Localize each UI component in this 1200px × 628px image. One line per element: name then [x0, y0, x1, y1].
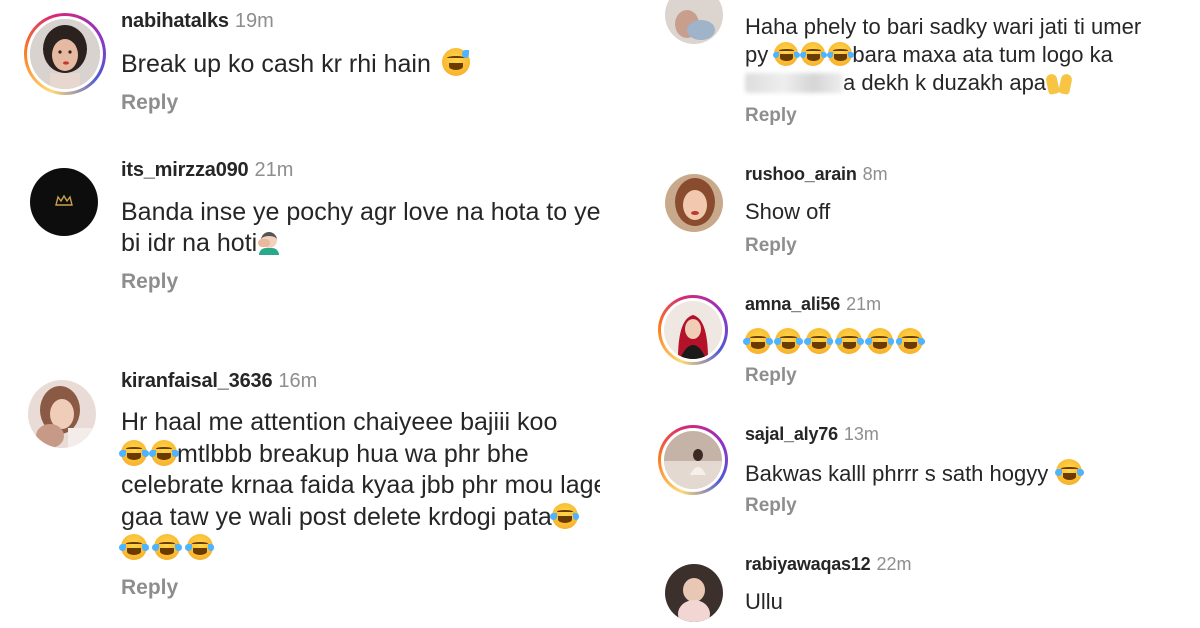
- comment-amna-ali56: amna_ali56 21m Reply: [600, 290, 1200, 400]
- comment-header: sajal_aly76 13m: [745, 424, 879, 445]
- timestamp: 22m: [876, 554, 912, 574]
- avatar-story-ring[interactable]: [24, 13, 106, 95]
- username[interactable]: rushoo_arain: [745, 164, 857, 184]
- avatar-portrait-icon: [664, 301, 722, 359]
- avatar-portrait-icon: [665, 0, 723, 44]
- reply-button[interactable]: Reply: [121, 270, 178, 294]
- avatar-amna-ali56: [664, 301, 722, 359]
- username[interactable]: rabiyawaqas12: [745, 554, 871, 574]
- timestamp: 21m: [254, 159, 294, 181]
- comment-header: its_mirzza090 21m: [121, 159, 293, 182]
- laughing-tears-emoji-icon: [743, 328, 773, 354]
- avatar-portrait-icon: [665, 564, 723, 622]
- timestamp: 21m: [846, 294, 882, 314]
- laughing-tears-emoji-icon: [149, 439, 179, 466]
- laughing-tears-emoji-icon: [834, 328, 864, 354]
- avatar-its-mirzza090[interactable]: [30, 168, 98, 236]
- laughing-tears-emoji-icon: [185, 534, 215, 560]
- reply-button[interactable]: Reply: [121, 91, 178, 115]
- avatar-kiranfaisal-3636[interactable]: [28, 380, 96, 448]
- comment-rabiyawaqas12: rabiyawaqas12 22m Ullu: [600, 550, 1200, 628]
- comment-truncated: Haha phely to bari sadky wari jati ti um…: [600, 0, 1200, 140]
- avatar-nabihatalks: [30, 19, 100, 89]
- avatar-sajal-aly76: [664, 431, 722, 489]
- reply-button[interactable]: Reply: [745, 235, 797, 257]
- avatar-portrait-icon: [664, 431, 722, 489]
- comment-text: Haha phely to bari sadky wari jati ti um…: [745, 14, 1142, 95]
- comment-kiranfaisal-3636: kiranfaisal_3636 16m Hr haal me attention…: [0, 360, 600, 628]
- username[interactable]: nabihatalks: [121, 10, 229, 32]
- right-comments-panel: Haha phely to bari sadky wari jati ti um…: [600, 0, 1200, 628]
- laughing-tears-emoji-icon: [119, 534, 149, 560]
- comment-emoji-row: [743, 328, 925, 355]
- username[interactable]: sajal_aly76: [745, 424, 838, 444]
- laughing-tears-emoji-icon: [772, 42, 800, 66]
- comment-header: kiranfaisal_3636 16m: [121, 370, 317, 393]
- comment-its-mirzza090: its_mirzza090 21m Banda inse ye pochy agr…: [0, 150, 600, 300]
- comment-rushoo-arain: rushoo_arain 8m Show off Reply: [600, 160, 1200, 270]
- comment-text: Bakwas kalll phrrr s sath hogyy: [745, 459, 1084, 487]
- timestamp: 13m: [843, 424, 879, 444]
- comment-nabihatalks: nabihatalks 19m Break up ko cash kr rhi h…: [0, 0, 600, 130]
- comment-text: Show off: [745, 199, 831, 224]
- comment-text: Banda inse ye pochy agr love na hota to …: [121, 198, 600, 257]
- comment-header: rabiyawaqas12 22m: [745, 554, 912, 575]
- comment-header: rushoo_arain 8m: [745, 164, 888, 185]
- laughing-tears-emoji-icon: [804, 328, 834, 354]
- laughing-tears-emoji-icon: [895, 328, 925, 354]
- reply-button[interactable]: Reply: [121, 576, 178, 600]
- laughing-tears-emoji-icon: [1054, 459, 1084, 485]
- avatar-truncated[interactable]: [665, 0, 723, 44]
- laughing-tears-emoji-icon: [152, 534, 182, 560]
- reply-button[interactable]: Reply: [745, 495, 797, 517]
- laughing-tears-emoji-icon: [865, 328, 895, 354]
- username[interactable]: its_mirzza090: [121, 159, 249, 181]
- blurred-text: [745, 73, 843, 93]
- facepalm-emoji-icon: [257, 231, 281, 255]
- left-comments-panel: nabihatalks 19m Break up ko cash kr rhi h…: [0, 0, 600, 628]
- laughing-tears-emoji-icon: [550, 502, 580, 529]
- crown-logo-icon: [55, 194, 73, 206]
- avatar-portrait-icon: [30, 19, 100, 89]
- avatar-portrait-icon: [28, 380, 96, 448]
- comment-text: Hr haal me attention chaiyeee bajiii koo…: [119, 407, 600, 565]
- avatar-rabiyawaqas12[interactable]: [665, 564, 723, 622]
- avatar-story-ring[interactable]: [658, 295, 728, 365]
- avatar-story-ring[interactable]: [658, 425, 728, 495]
- username[interactable]: kiranfaisal_3636: [121, 370, 273, 392]
- timestamp: 19m: [234, 10, 274, 32]
- comment-sajal-aly76: sajal_aly76 13m Bakwas kalll phrrr s sath…: [600, 420, 1200, 530]
- comment-header: nabihatalks 19m: [121, 10, 274, 33]
- username[interactable]: amna_ali56: [745, 294, 840, 314]
- avatar-portrait-icon: [665, 174, 723, 232]
- avatar-rushoo-arain[interactable]: [665, 174, 723, 232]
- laughing-tears-emoji-icon: [119, 439, 149, 466]
- comment-text: Break up ko cash kr rhi hain: [121, 48, 470, 79]
- comment-text: Ullu: [745, 589, 783, 614]
- comment-header: amna_ali56 21m: [745, 294, 881, 315]
- laughing-tears-emoji-icon: [826, 42, 854, 66]
- raised-hands-emoji-icon: [1046, 70, 1072, 94]
- timestamp: 16m: [278, 370, 318, 392]
- reply-button[interactable]: Reply: [745, 105, 797, 127]
- reply-button[interactable]: Reply: [745, 365, 797, 387]
- laughing-tears-emoji-icon: [773, 328, 803, 354]
- timestamp: 8m: [862, 164, 888, 184]
- laughing-tears-emoji-icon: [799, 42, 827, 66]
- sweat-smile-emoji-icon: [441, 48, 470, 76]
